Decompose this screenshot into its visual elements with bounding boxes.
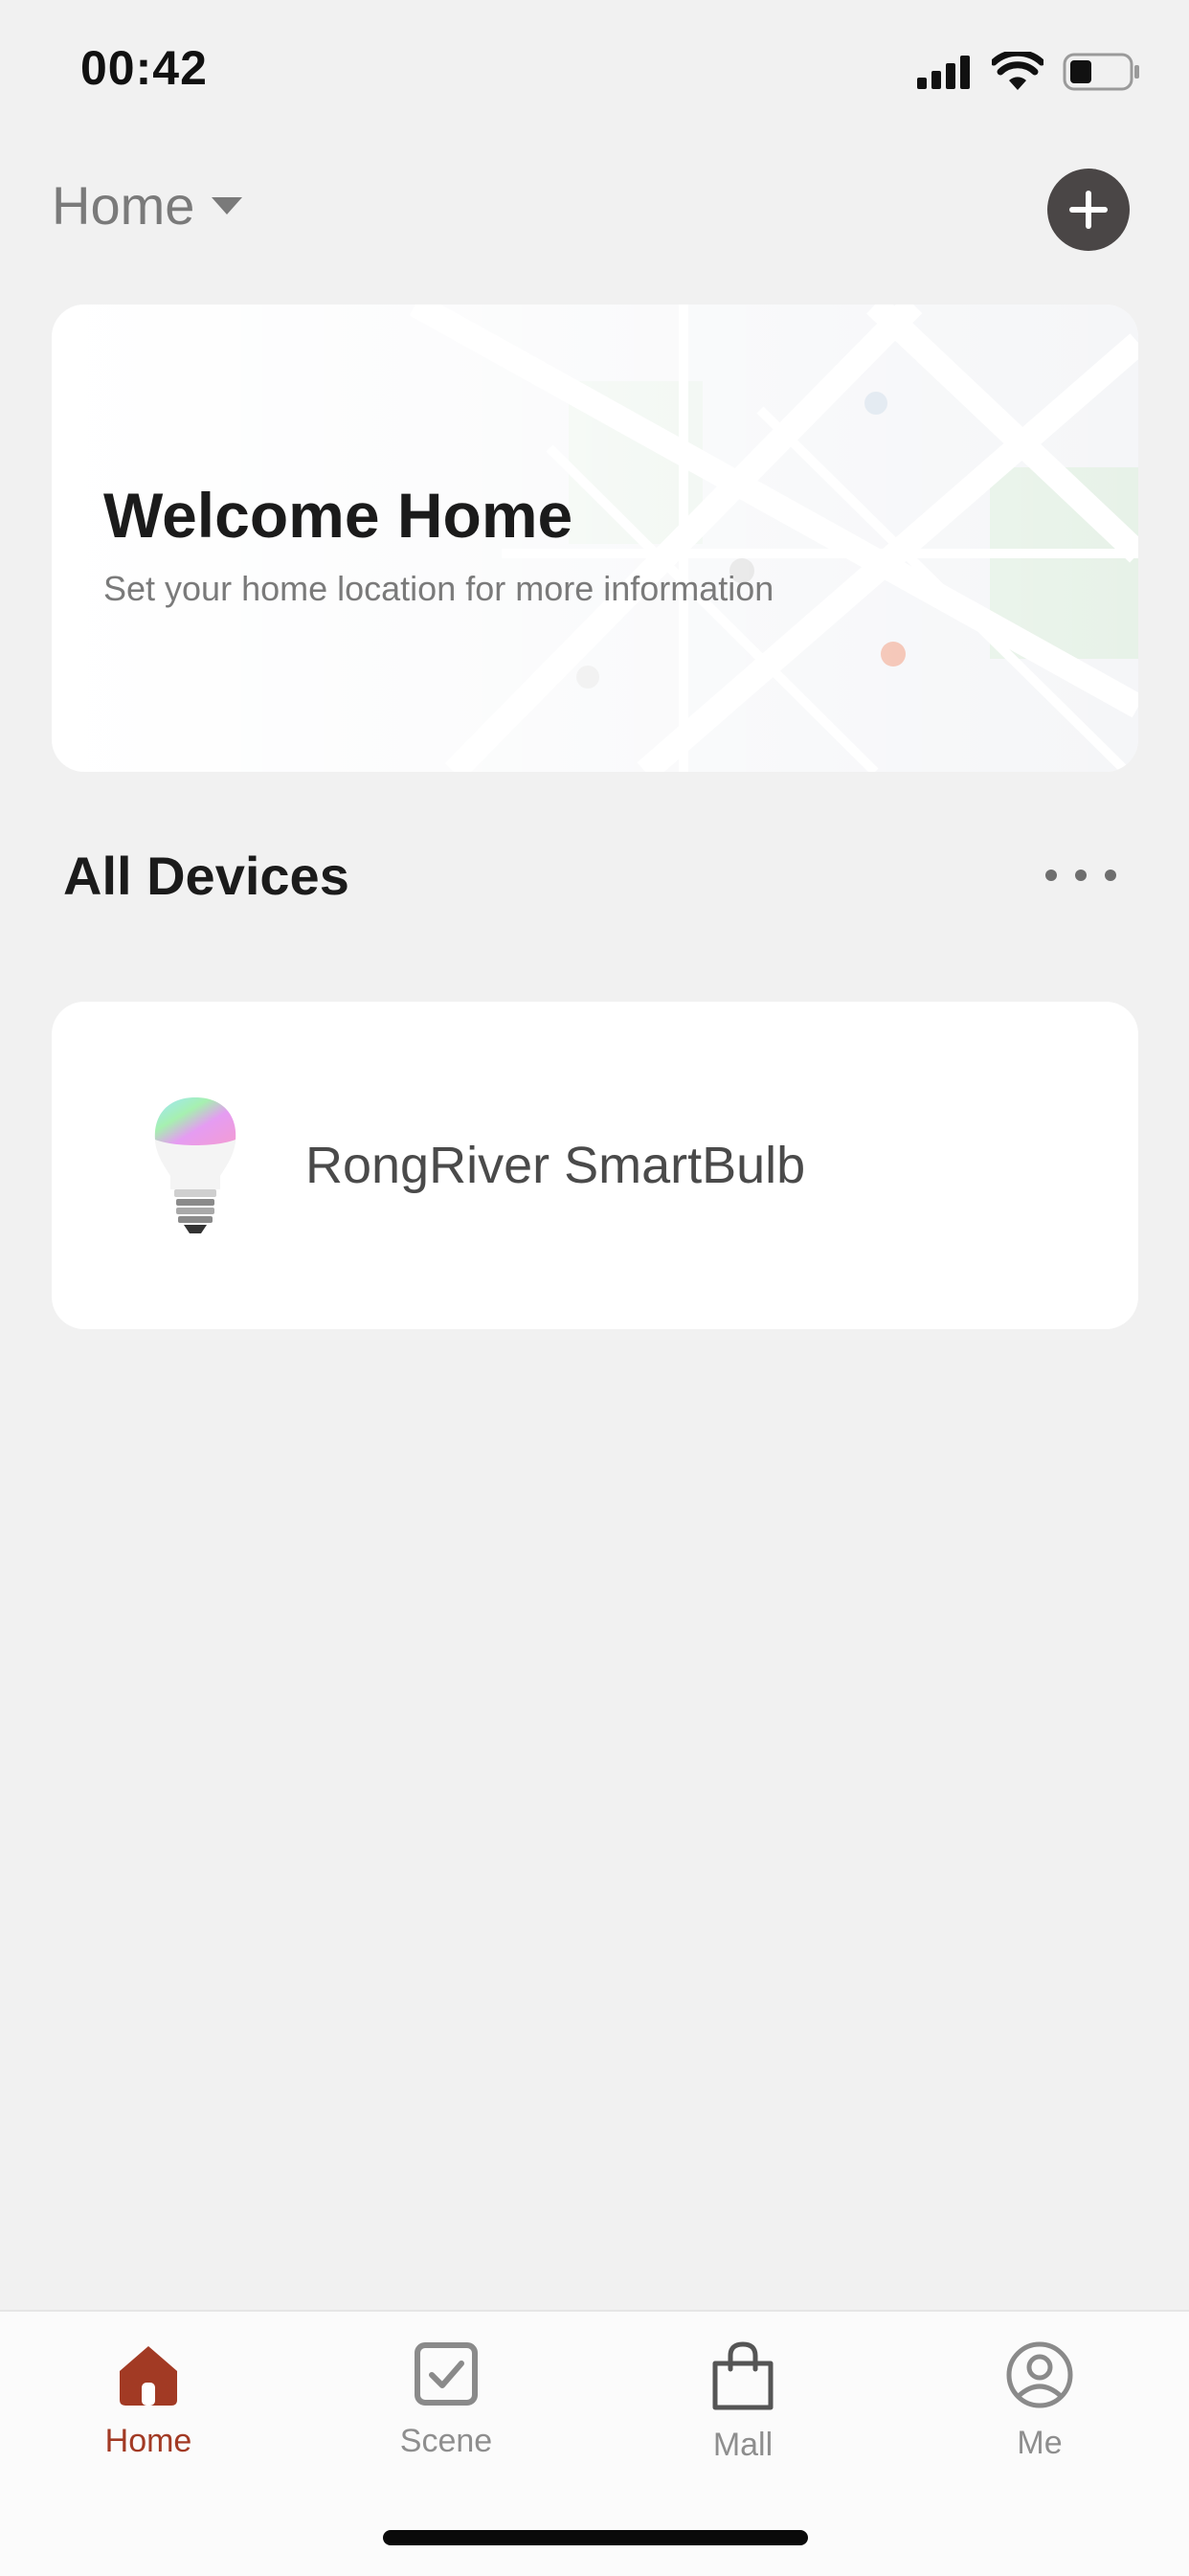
profile-icon [1006,2341,1073,2408]
tab-home[interactable]: Home [53,2340,244,2460]
scene-checkbox-icon [415,2342,478,2406]
smart-bulb-icon [154,1097,236,1233]
add-device-button[interactable] [1047,169,1130,251]
more-horizontal-icon [1045,870,1057,881]
tab-home-label: Home [104,2423,192,2459]
status-icons [915,48,1141,96]
shopping-bag-icon [712,2341,774,2410]
home-icon [120,2346,177,2406]
plus-icon [1069,191,1108,229]
wifi-icon [992,52,1043,90]
signal-icon [917,56,970,89]
home-indicator [383,2530,808,2545]
tab-me-label: Me [1017,2425,1063,2461]
caret-down-icon [212,196,243,215]
tab-scene[interactable]: Scene [350,2340,542,2460]
welcome-card[interactable]: Welcome Home Set your home location for … [52,305,1138,772]
tab-mall-label: Mall [712,2427,774,2463]
battery-icon [1063,53,1139,91]
welcome-title: Welcome Home [103,480,573,551]
tab-scene-label: Scene [399,2423,493,2459]
status-time: 00:42 [80,41,208,95]
more-options-button[interactable] [1045,858,1116,893]
tab-me[interactable]: Me [944,2340,1135,2462]
device-name: RongRiver SmartBulb [305,1137,806,1194]
home-selector[interactable]: Home [52,174,244,237]
device-card[interactable]: RongRiver SmartBulb [52,1002,1138,1329]
tab-mall[interactable]: Mall [647,2340,839,2464]
home-selector-label: Home [52,175,195,236]
welcome-subtitle: Set your home location for more informat… [103,569,774,608]
all-devices-title: All Devices [63,846,349,906]
